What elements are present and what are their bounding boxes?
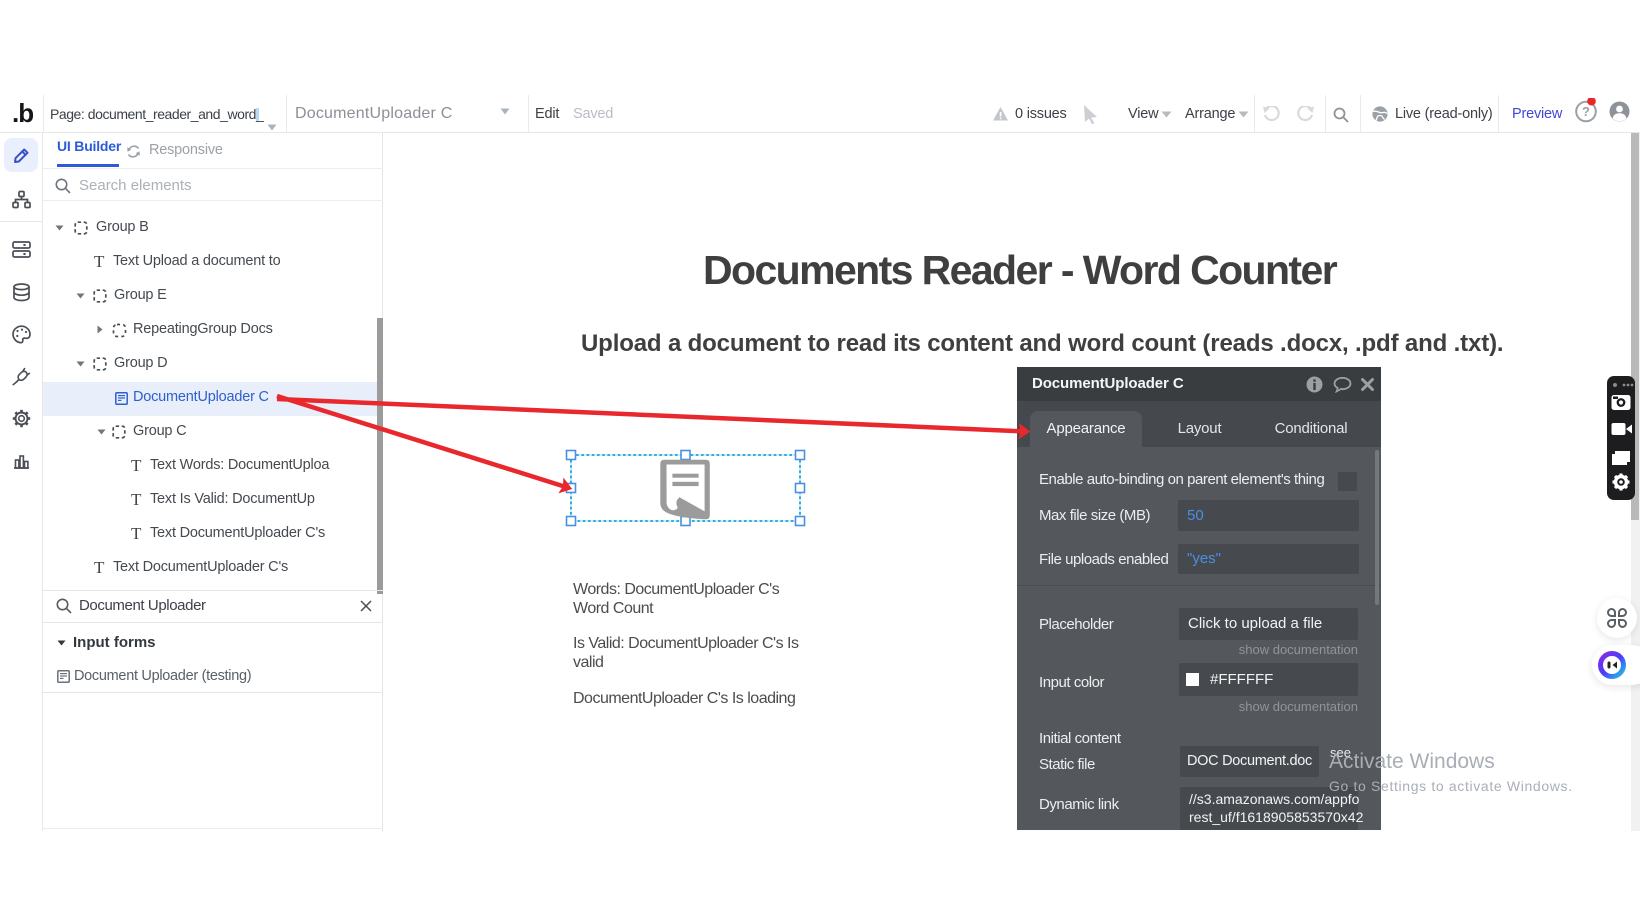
- svg-text:?: ?: [1582, 104, 1590, 119]
